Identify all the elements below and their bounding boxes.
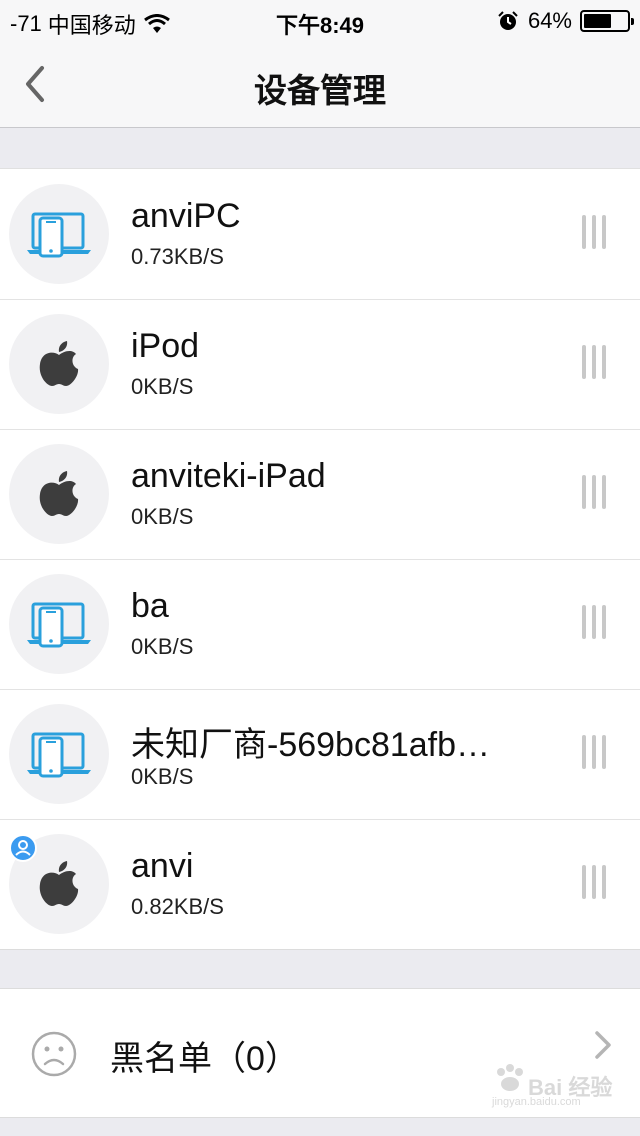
device-speed: 0KB/S <box>131 374 194 399</box>
device-speed: 0.73KB/S <box>131 244 224 269</box>
device-row[interactable]: anviteki-iPad 0KB/S <box>0 429 640 559</box>
apple-icon <box>39 341 79 386</box>
drag-handle-icon[interactable] <box>578 345 610 383</box>
device-avatar <box>9 574 109 674</box>
device-name: anviPC <box>131 197 241 235</box>
device-name: anvi <box>131 847 194 885</box>
device-avatar <box>9 444 109 544</box>
blacklist-label: 黑名单（0） <box>110 1040 299 1078</box>
battery-fill <box>584 14 611 28</box>
apple-icon <box>39 471 79 516</box>
device-speed: 0KB/S <box>131 504 194 529</box>
device-speed: 0KB/S <box>131 764 194 789</box>
watermark-url: jingyan.baidu.com <box>492 1096 581 1108</box>
device-row[interactable]: anvi 0.82KB/S <box>0 819 640 949</box>
drag-handle-icon[interactable] <box>578 865 610 903</box>
baidu-watermark: Bai 经验 jingyan.baidu.com <box>488 1062 618 1112</box>
device-list: anviPC 0.73KB/S iPod 0KB/S anviteki-iPad 0KB/… <box>0 168 640 950</box>
page-title: 设备管理 <box>254 72 386 109</box>
device-name: iPod <box>131 327 200 365</box>
device-name: 未知厂商-569bc81afb… <box>131 726 491 764</box>
user-badge-icon <box>9 834 37 862</box>
battery-icon <box>580 10 634 32</box>
drag-handle-icon[interactable] <box>578 475 610 513</box>
drag-handle-icon[interactable] <box>578 735 610 773</box>
device-avatar <box>9 184 109 284</box>
laptop-phone-icon <box>27 732 91 778</box>
device-name: anviteki-iPad <box>131 457 326 495</box>
device-row[interactable]: 未知厂商-569bc81afb… 0KB/S <box>0 689 640 819</box>
status-bar: -71 中国移动 下午8:49 64% <box>0 0 640 40</box>
battery-percent: 64% <box>527 8 572 33</box>
device-speed: 0KB/S <box>131 634 194 659</box>
device-row[interactable]: iPod 0KB/S <box>0 299 640 429</box>
device-avatar <box>9 704 109 804</box>
drag-handle-icon[interactable] <box>578 605 610 643</box>
device-row[interactable]: anviPC 0.73KB/S <box>0 169 640 299</box>
status-right: 64% <box>498 8 634 34</box>
device-speed: 0.82KB/S <box>131 894 224 919</box>
sad-face-icon <box>31 1031 77 1077</box>
laptop-phone-icon <box>27 602 91 648</box>
device-avatar <box>9 314 109 414</box>
alarm-icon <box>498 11 518 30</box>
device-avatar <box>9 834 109 934</box>
laptop-phone-icon <box>27 212 91 258</box>
chevron-right-icon <box>595 1031 611 1059</box>
drag-handle-icon[interactable] <box>578 215 610 253</box>
navigation-bar: 设备管理 <box>0 40 640 128</box>
paw-logo-icon <box>497 1064 523 1091</box>
device-name: ba <box>131 587 169 625</box>
device-row[interactable]: ba 0KB/S <box>0 559 640 689</box>
